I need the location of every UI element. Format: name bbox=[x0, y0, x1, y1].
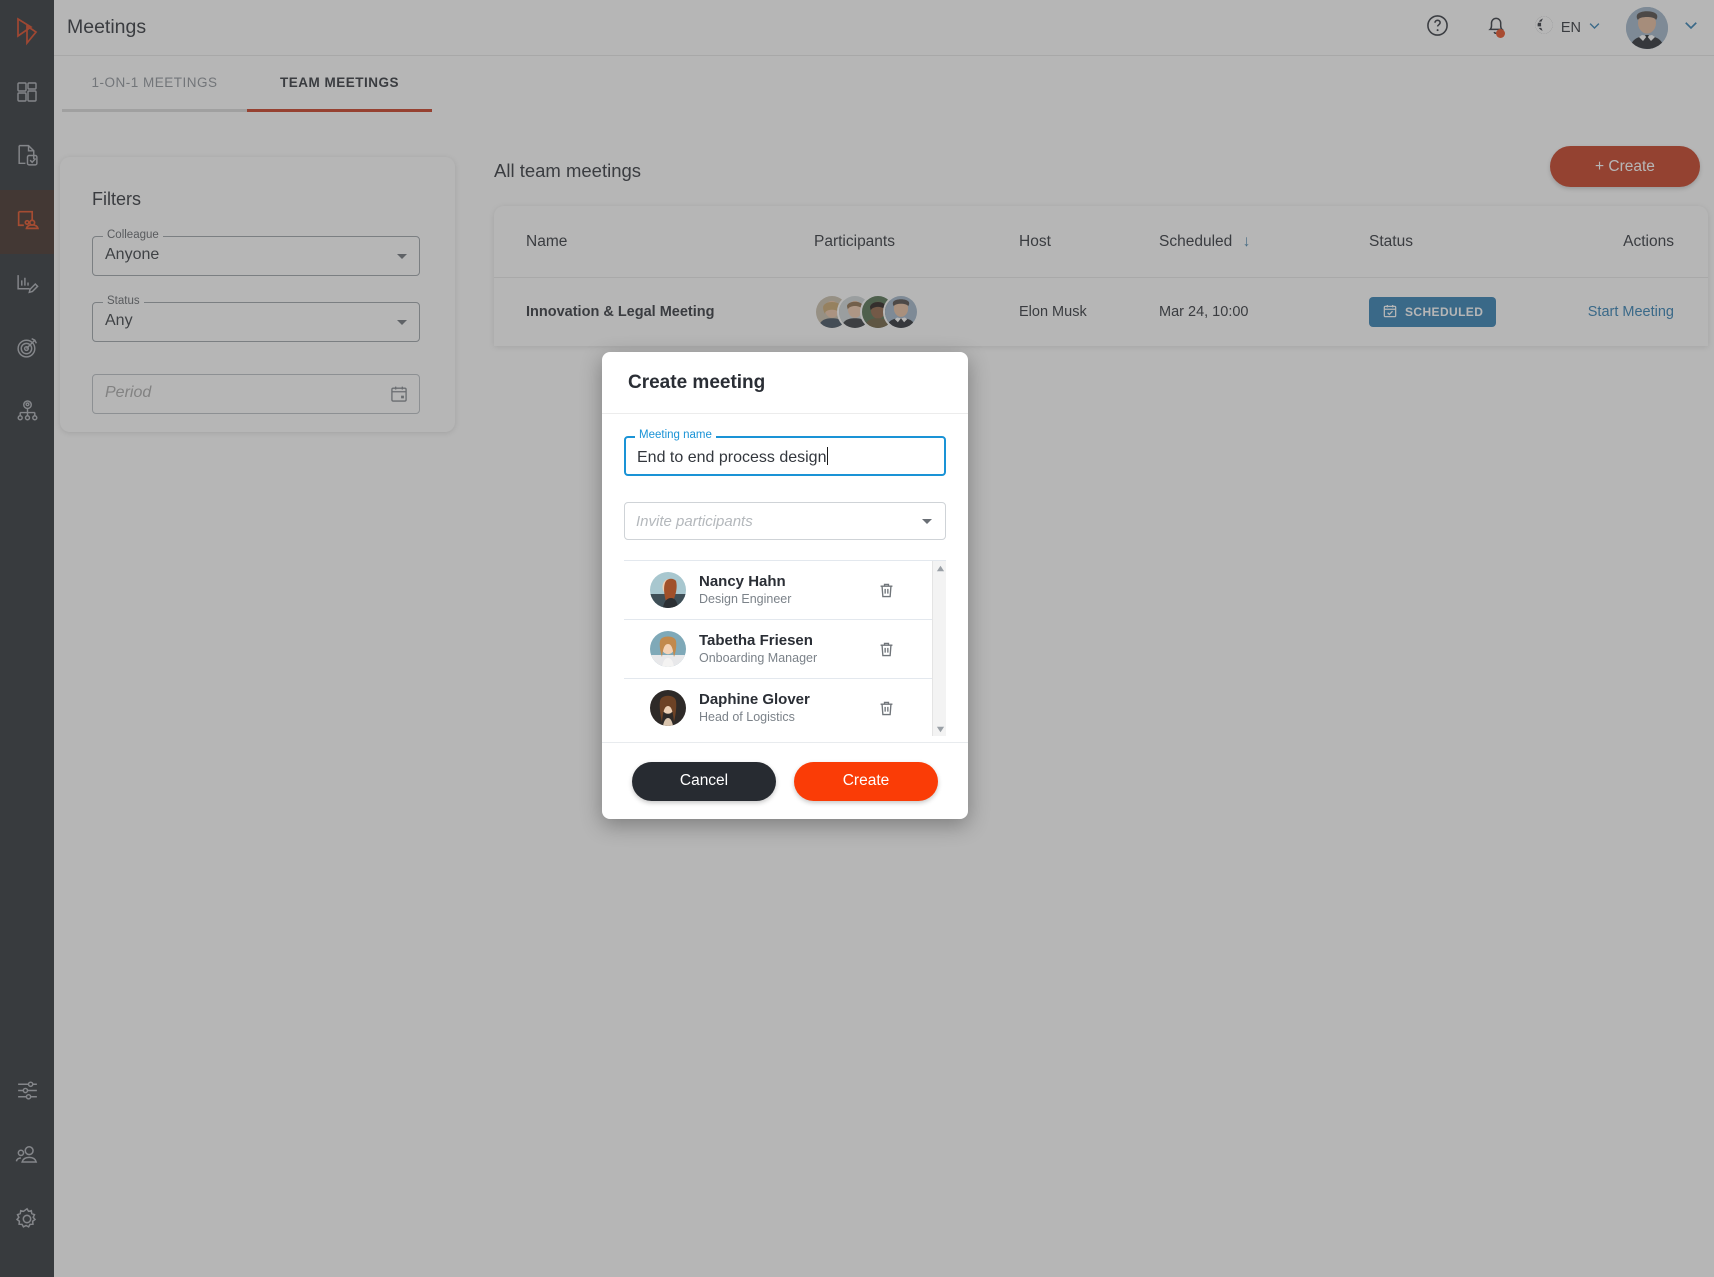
meeting-name-input[interactable]: End to end process design bbox=[637, 447, 829, 467]
dialog-footer: Cancel Create bbox=[602, 742, 968, 819]
meeting-name-field[interactable]: Meeting name End to end process design bbox=[624, 429, 946, 476]
avatar bbox=[650, 572, 686, 608]
list-item-info: Nancy Hahn Design Engineer bbox=[699, 573, 791, 608]
trash-icon[interactable] bbox=[877, 581, 896, 600]
list-item[interactable]: Tabetha Friesen Onboarding Manager bbox=[624, 620, 946, 679]
invite-participants-select[interactable]: Invite participants bbox=[624, 502, 946, 540]
trash-icon[interactable] bbox=[877, 640, 896, 659]
participant-role: Design Engineer bbox=[699, 592, 792, 607]
participant-name: Daphine Glover bbox=[699, 690, 810, 708]
create-button[interactable]: Create bbox=[794, 761, 938, 801]
cancel-button[interactable]: Cancel bbox=[632, 761, 776, 801]
list-item[interactable]: Nancy Hahn Design Engineer bbox=[624, 561, 946, 620]
participant-role: Onboarding Manager bbox=[699, 651, 818, 666]
participant-name: Tabetha Friesen bbox=[699, 631, 813, 649]
meeting-name-value: End to end process design bbox=[637, 449, 827, 466]
participants-list-wrapper: Nancy Hahn Design Engineer Tabetha Fries… bbox=[624, 560, 946, 736]
meeting-name-label: Meeting name bbox=[635, 429, 716, 441]
dialog-header: Create meeting bbox=[602, 352, 968, 414]
participants-list: Nancy Hahn Design Engineer Tabetha Fries… bbox=[624, 561, 946, 736]
participant-role: Head of Logistics bbox=[699, 710, 795, 725]
text-cursor bbox=[827, 447, 829, 465]
dialog-title: Create meeting bbox=[628, 371, 766, 393]
participant-name: Nancy Hahn bbox=[699, 572, 786, 590]
invite-participants-placeholder: Invite participants bbox=[636, 513, 753, 530]
scroll-down-icon[interactable] bbox=[933, 722, 947, 736]
dialog-body: Meeting name End to end process design I… bbox=[602, 414, 968, 736]
participants-scrollbar[interactable] bbox=[932, 561, 946, 736]
list-item-info: Daphine Glover Head of Logistics bbox=[699, 691, 810, 726]
list-item[interactable]: Daphine Glover Head of Logistics bbox=[624, 679, 946, 736]
scroll-up-icon[interactable] bbox=[933, 561, 947, 575]
avatar bbox=[650, 690, 686, 726]
avatar bbox=[650, 631, 686, 667]
list-item-info: Tabetha Friesen Onboarding Manager bbox=[699, 632, 817, 667]
chevron-down-icon bbox=[922, 519, 932, 524]
trash-icon[interactable] bbox=[877, 699, 896, 718]
create-meeting-dialog: Create meeting Meeting name End to end p… bbox=[602, 352, 968, 819]
